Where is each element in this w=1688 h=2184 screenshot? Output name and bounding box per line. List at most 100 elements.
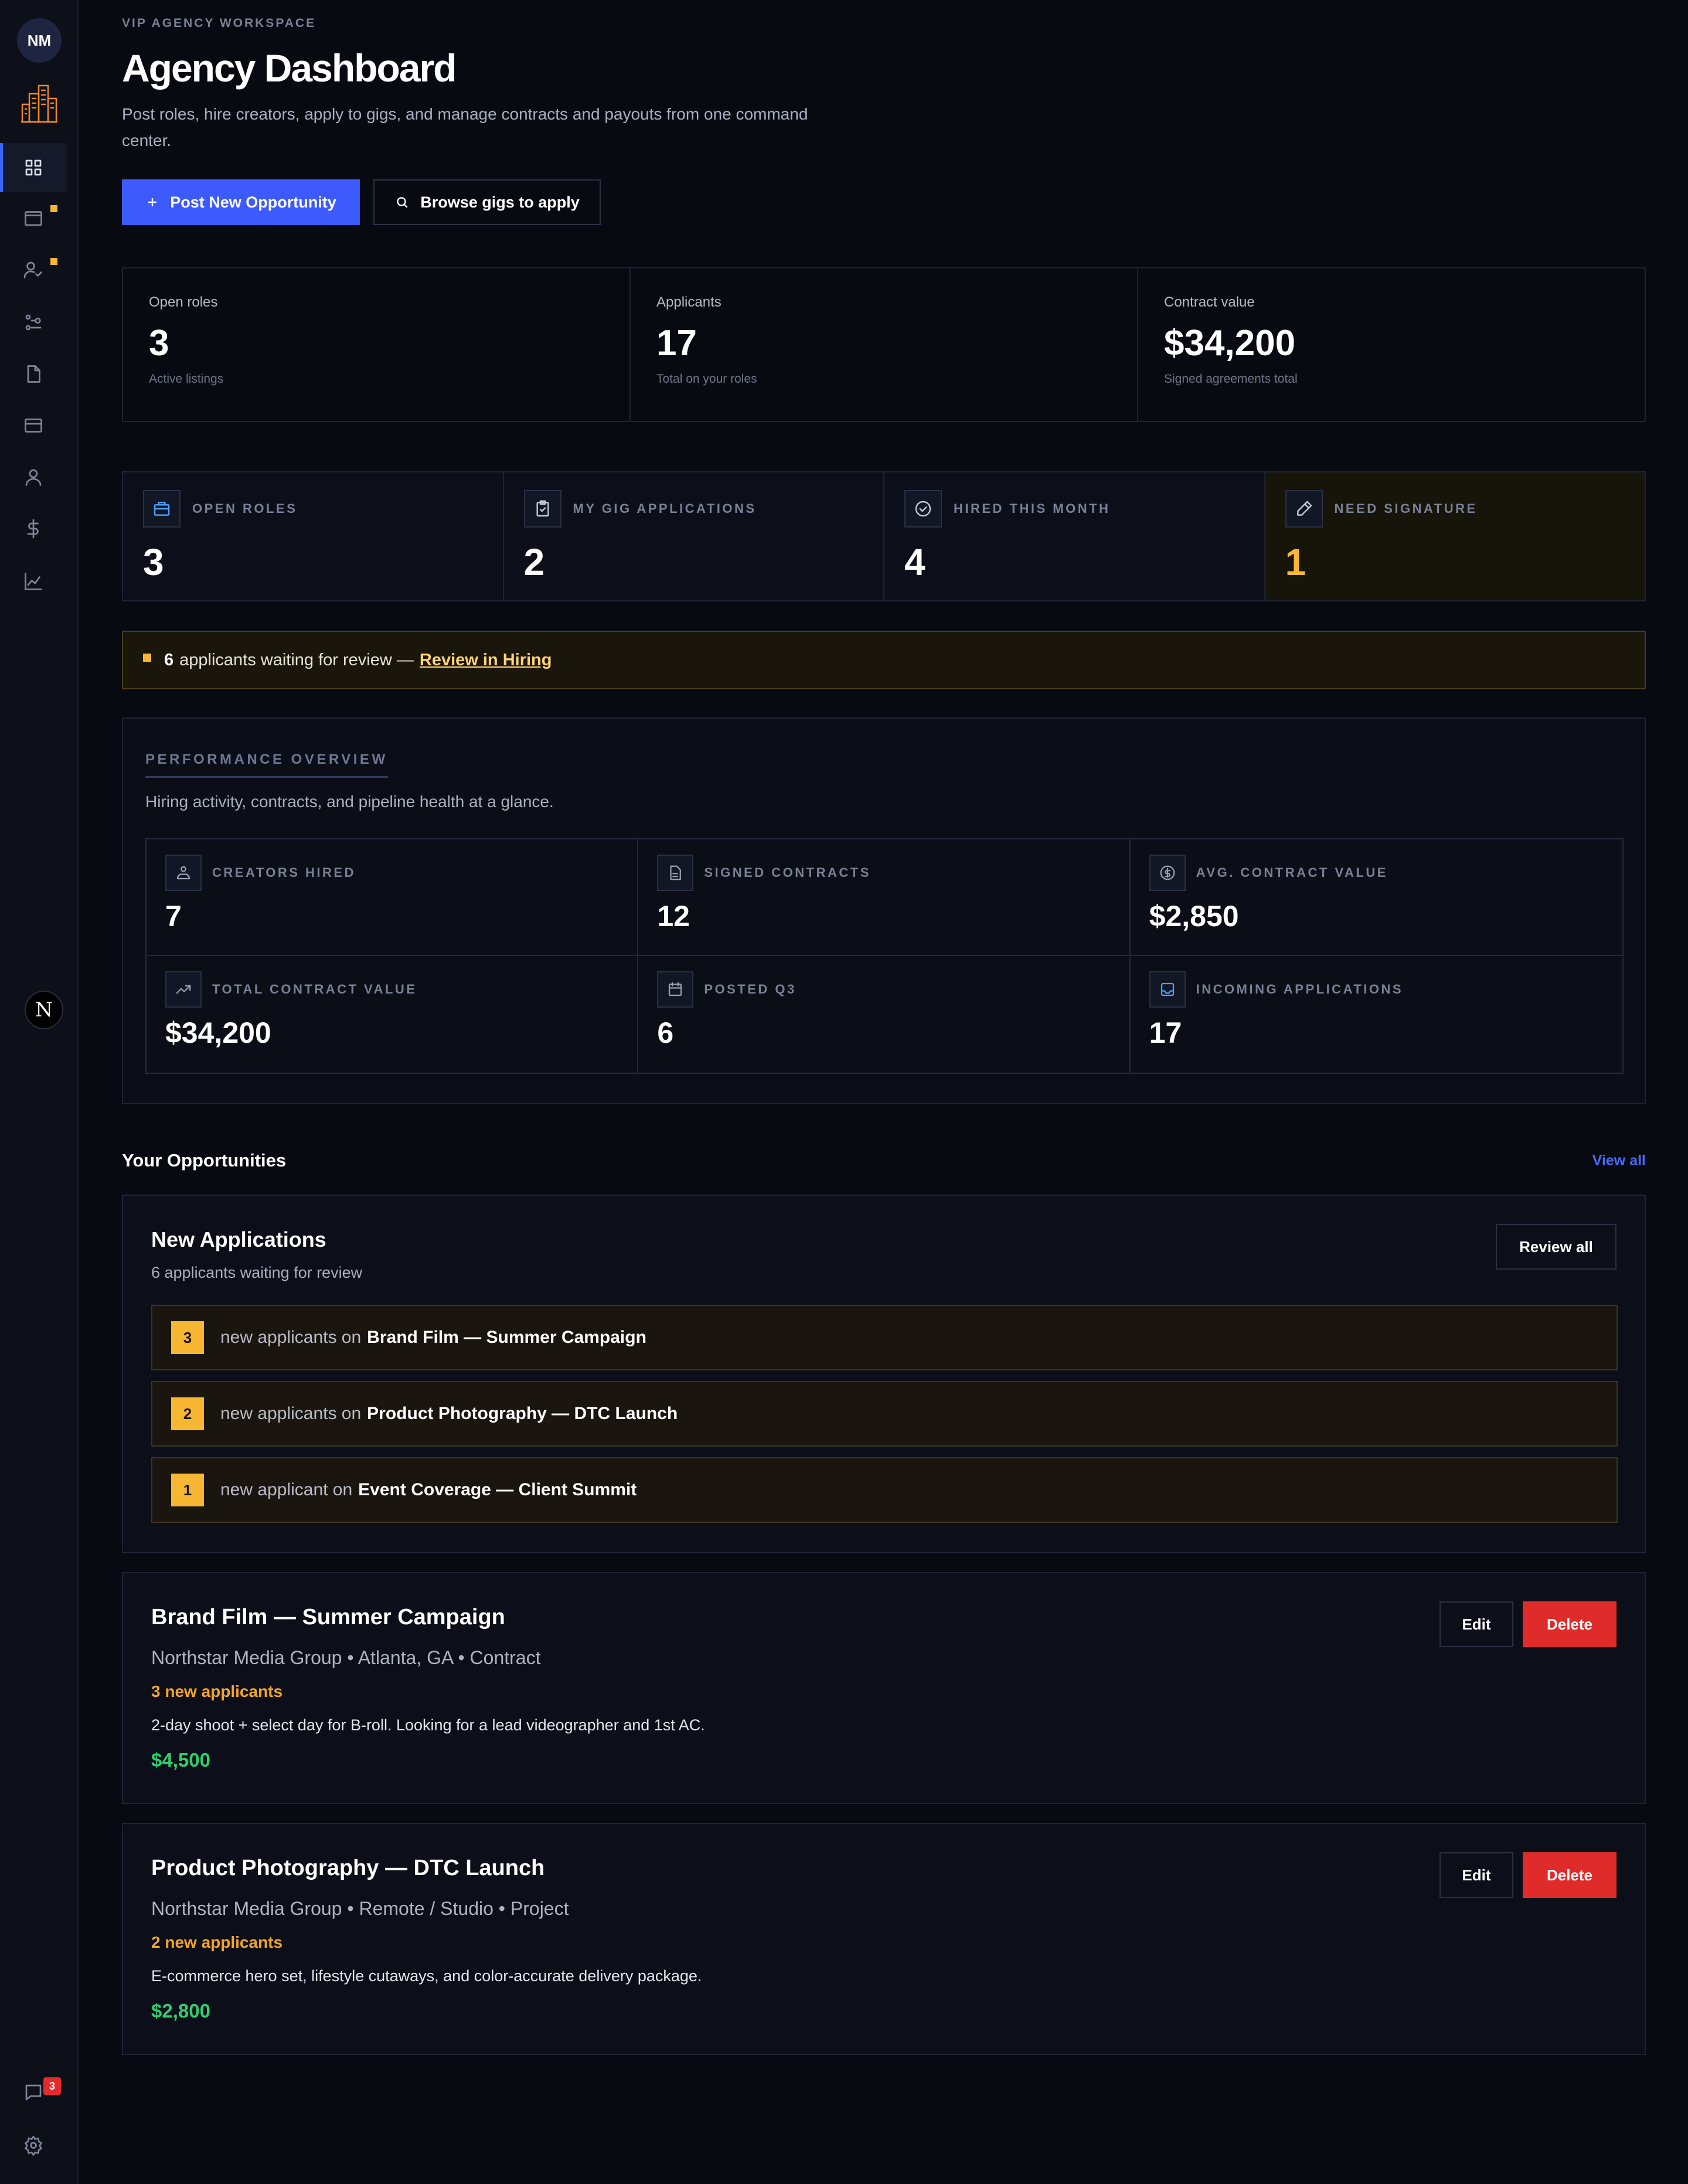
kpi-gig-applications[interactable]: MY GIG APPLICATIONS 2 (504, 472, 884, 600)
application-job: Brand Film — Summer Campaign (367, 1328, 646, 1347)
kpi-open-roles[interactable]: OPEN ROLES 3 (123, 472, 504, 600)
notification-dot (50, 205, 57, 212)
job-title[interactable]: Product Photography — DTC Launch (151, 1856, 544, 1881)
messages-count-badge: 3 (43, 2077, 61, 2095)
application-text: new applicant on (220, 1480, 353, 1499)
trending-up-icon (165, 971, 202, 1008)
application-row[interactable]: 2 new applicants on Product Photography … (151, 1381, 1618, 1447)
application-job: Product Photography — DTC Launch (367, 1404, 678, 1423)
metric-label: CREATORS HIRED (212, 865, 356, 880)
metric-value: 7 (165, 900, 182, 933)
job-new-applicants[interactable]: 3 new applicants (151, 1682, 283, 1701)
workspace-eyebrow: VIP AGENCY WORKSPACE (122, 16, 316, 30)
search-icon (397, 197, 408, 208)
stat-label: Contract value (1164, 294, 1255, 310)
workflow-icon (25, 314, 42, 331)
delete-button[interactable]: Delete (1523, 1852, 1616, 1898)
application-text: new applicants on (220, 1404, 362, 1423)
plus-icon (148, 198, 157, 206)
applicant-count-badge: 1 (171, 1474, 204, 1506)
alert-text: applicants waiting for review — (179, 650, 414, 669)
nav-profile[interactable] (0, 453, 67, 502)
performance-overview: PERFORMANCE OVERVIEW Hiring activity, co… (122, 717, 1646, 1104)
edit-button[interactable]: Edit (1439, 1852, 1513, 1898)
stat-sub: Total on your roles (656, 372, 757, 386)
new-applications-subtitle: 6 applicants waiting for review (151, 1264, 363, 1281)
applicant-count-badge: 3 (171, 1321, 204, 1354)
page-subtitle: Post roles, hire creators, apply to gigs… (122, 105, 808, 149)
metric-value: 12 (657, 900, 690, 933)
user-check-icon (23, 261, 42, 278)
kpi-label: OPEN ROLES (192, 501, 298, 516)
n-badge-icon[interactable]: N (25, 991, 63, 1029)
job-price: $2,800 (151, 2000, 210, 2022)
post-opportunity-button[interactable]: Post New Opportunity (122, 179, 360, 225)
nav-settings[interactable] (0, 2121, 67, 2170)
credit-card-icon (25, 419, 42, 433)
notification-dot (50, 258, 57, 265)
nav-payments[interactable] (0, 401, 67, 450)
metric-value: $2,850 (1149, 900, 1239, 933)
edit-button[interactable]: Edit (1439, 1601, 1513, 1647)
job-meta: Northstar Media Group • Atlanta, GA • Co… (151, 1647, 541, 1668)
review-in-hiring-link[interactable]: Review in Hiring (420, 651, 552, 670)
inbox-icon (1149, 971, 1186, 1008)
kpi-label: HIRED THIS MONTH (954, 501, 1111, 516)
avatar[interactable]: NM (17, 18, 62, 63)
metric-total-contract-value: TOTAL CONTRACT VALUE $34,200 (147, 956, 639, 1073)
kpi-value: 2 (523, 541, 545, 583)
metric-posted-q3: POSTED Q3 6 (638, 956, 1131, 1073)
review-all-button[interactable]: Review all (1496, 1224, 1616, 1270)
review-alert: 6 applicants waiting for review — Review… (122, 631, 1646, 689)
dollar-icon (27, 519, 39, 539)
opportunities-title: Your Opportunities (122, 1150, 287, 1171)
kpi-value: 4 (904, 541, 925, 583)
metric-value: $34,200 (165, 1016, 271, 1049)
metric-label: POSTED Q3 (704, 982, 797, 996)
nav-opportunities[interactable] (0, 193, 67, 243)
job-new-applicants[interactable]: 2 new applicants (151, 1933, 283, 1952)
summary-stats: Open roles 3 Active listings Applicants … (122, 267, 1646, 422)
kpi-value: 3 (143, 541, 164, 583)
new-applications-card: New Applications 6 applicants waiting fo… (122, 1195, 1646, 1553)
window-icon (25, 211, 42, 226)
nav-hiring[interactable] (0, 245, 67, 294)
application-job: Event Coverage — Client Summit (358, 1480, 637, 1499)
nav-pipeline[interactable] (0, 298, 67, 347)
nav-dashboard[interactable] (0, 143, 67, 192)
browse-gigs-button[interactable]: Browse gigs to apply (373, 179, 601, 225)
nav-contracts[interactable] (0, 349, 67, 399)
performance-title: PERFORMANCE OVERVIEW (145, 751, 388, 778)
kpi-value: 1 (1285, 541, 1306, 583)
stat-value: 3 (149, 323, 169, 363)
file-icon (27, 365, 40, 383)
metric-value: 17 (1149, 1016, 1182, 1049)
nav-analytics[interactable] (0, 557, 67, 606)
metric-incoming-applications: INCOMING APPLICATIONS 17 (1131, 956, 1622, 1073)
calendar-icon (657, 971, 694, 1008)
check-circle-icon (904, 490, 942, 528)
stat-value: $34,200 (1164, 323, 1296, 363)
stat-label: Open roles (149, 294, 218, 310)
metric-creators-hired: CREATORS HIRED 7 (147, 839, 639, 956)
nav-payouts[interactable] (0, 504, 67, 553)
kpi-stats: OPEN ROLES 3 MY GIG APPLICATIONS 2 HIRED… (122, 471, 1646, 601)
delete-button[interactable]: Delete (1523, 1601, 1616, 1647)
stat-open-roles: Open roles 3 Active listings (123, 268, 631, 421)
job-title[interactable]: Brand Film — Summer Campaign (151, 1605, 505, 1630)
grid-icon (25, 159, 42, 176)
clipboard-check-icon (523, 490, 561, 528)
stat-contract-value: Contract value $34,200 Signed agreements… (1138, 268, 1645, 421)
page-title: Agency Dashboard (122, 46, 457, 90)
applicant-count-badge: 2 (171, 1397, 204, 1430)
kpi-label: NEED SIGNATURE (1334, 501, 1478, 516)
agency-logo-icon[interactable] (20, 82, 59, 124)
metric-avg-contract-value: AVG. CONTRACT VALUE $2,850 (1130, 839, 1622, 956)
kpi-need-signature[interactable]: NEED SIGNATURE 1 (1265, 472, 1645, 600)
metric-label: AVG. CONTRACT VALUE (1196, 865, 1388, 880)
application-row[interactable]: 1 new applicant on Event Coverage — Clie… (151, 1457, 1618, 1523)
application-row[interactable]: 3 new applicants on Brand Film — Summer … (151, 1305, 1618, 1370)
stat-applicants: Applicants 17 Total on your roles (631, 268, 1138, 421)
view-all-link[interactable]: View all (1592, 1152, 1646, 1169)
kpi-hired-this-month[interactable]: HIRED THIS MONTH 4 (884, 472, 1265, 600)
